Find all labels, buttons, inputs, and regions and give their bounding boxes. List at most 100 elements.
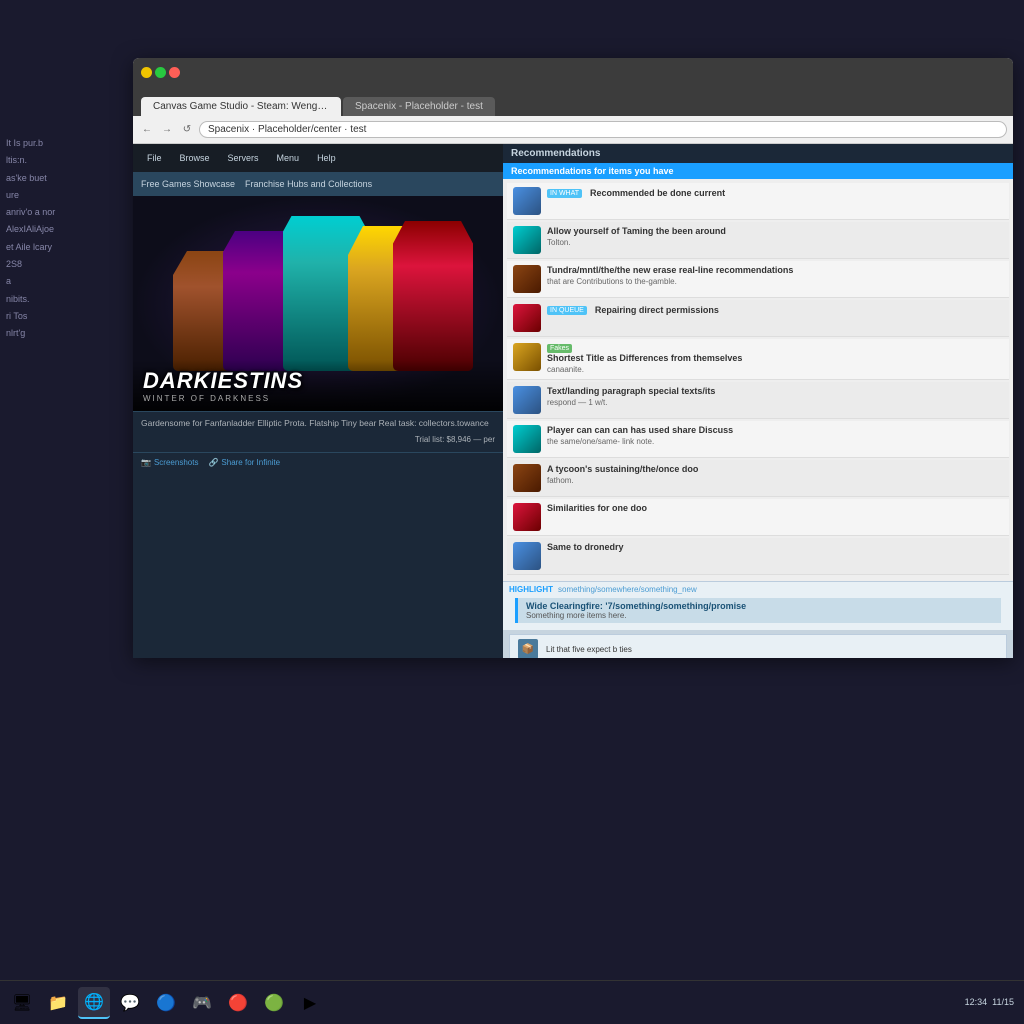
item-title: Repairing direct permissions [595, 305, 719, 317]
item-icon [513, 386, 541, 414]
toolbar-servers[interactable]: Servers [222, 151, 265, 165]
item-image [513, 386, 541, 414]
item-image [513, 425, 541, 453]
taskbar-app2[interactable]: 🔴 [222, 987, 254, 1019]
close-button[interactable] [169, 67, 180, 78]
toolbar-file[interactable]: File [141, 151, 168, 165]
list-item[interactable]: Allow yourself of Taming the been around… [507, 222, 1009, 259]
screenshots-link[interactable]: 📷 Screenshots [141, 458, 198, 467]
sidebar-text-item: ri Tos [6, 309, 126, 324]
game-hero-image: DARKIESTINS WINTER OF DARKNESS [133, 196, 503, 411]
tab-1[interactable]: Canvas Game Studio - Steam: Wenge Ric... [141, 97, 341, 116]
item-desc: fathom. [547, 476, 1003, 486]
item-details: IN WHAT Recommended be done current [547, 187, 1003, 200]
item-icon [513, 542, 541, 570]
sidebar-text-item: ure [6, 188, 126, 203]
item-title: Same to dronedry [547, 542, 1003, 554]
item-title: Player can can can has used share Discus… [547, 425, 1003, 437]
list-item[interactable]: Similarities for one doo [507, 499, 1009, 536]
item-details: Fakes Shortest Title as Differences from… [547, 343, 1003, 375]
url-input[interactable] [199, 121, 1007, 138]
share-link[interactable]: 🔗 Share for Infinite [208, 458, 280, 467]
steam-left-panel: File Browse Servers Menu Help Free Games… [133, 144, 503, 658]
item-image [513, 265, 541, 293]
refresh-button[interactable]: ↺ [179, 122, 195, 138]
item-details: Text/landing paragraph special texts/its… [547, 386, 1003, 408]
sidebar-text-item: et Aile lcary [6, 240, 126, 255]
tab-2[interactable]: Spacenix - Placeholder - test [343, 97, 495, 116]
announce-title: Wide Clearingfire: '7/something/somethin… [526, 601, 993, 611]
list-item[interactable]: Text/landing paragraph special texts/its… [507, 382, 1009, 419]
item-desc: the same/one/same- link note. [547, 437, 1003, 447]
store-blue-bar: Recommendations for items you have [503, 163, 1013, 179]
item-badge: IN WHAT [547, 189, 582, 198]
item-meta: IN WHAT Recommended be done current [547, 188, 1003, 200]
item-image [513, 503, 541, 531]
item-icon [513, 425, 541, 453]
toolbar-help[interactable]: Help [311, 151, 342, 165]
list-item[interactable]: Tundra/mntl/the/the new erase real-line … [507, 261, 1009, 298]
list-item[interactable]: IN QUEUE Repairing direct permissions [507, 300, 1009, 337]
taskbar-game[interactable]: 🎮 [186, 987, 218, 1019]
taskbar-chat[interactable]: 💬 [114, 987, 146, 1019]
address-bar: ← → ↺ [133, 116, 1013, 144]
list-item[interactable]: Fakes Shortest Title as Differences from… [507, 339, 1009, 380]
taskbar-app3[interactable]: 🟢 [258, 987, 290, 1019]
browser-content: File Browse Servers Menu Help Free Games… [133, 144, 1013, 658]
steam-nav: Free Games Showcase Franchise Hubs and C… [133, 172, 503, 196]
taskbar-browser[interactable]: 🌐 [78, 987, 110, 1019]
sidebar-text-item: nlrt'g [6, 326, 126, 341]
item-details: Similarities for one doo [547, 503, 1003, 515]
minimize-button[interactable] [141, 67, 152, 78]
item-title: Shortest Title as Differences from thems… [547, 353, 1003, 365]
nav-franchise[interactable]: Franchise Hubs and Collections [245, 179, 372, 189]
maximize-button[interactable] [155, 67, 166, 78]
item-details: Allow yourself of Taming the been around… [547, 226, 1003, 248]
announce-row: HIGHLIGHT something/somewhere/something_… [509, 585, 1007, 594]
game-price: Trial list: $8,946 — per [141, 434, 495, 446]
item-icon [513, 265, 541, 293]
list-item[interactable]: IN WHAT Recommended be done current [507, 183, 1009, 220]
item-desc: Tolton. [547, 238, 1003, 248]
browser-titlebar [133, 58, 1013, 86]
game-links: 📷 Screenshots 🔗 Share for Infinite [133, 452, 503, 472]
toolbar-browse[interactable]: Browse [174, 151, 216, 165]
list-item[interactable]: Player can can can has used share Discus… [507, 421, 1009, 458]
nav-free-games[interactable]: Free Games Showcase [141, 179, 235, 189]
browser-chrome: Canvas Game Studio - Steam: Wenge Ric...… [133, 58, 1013, 144]
item-title: Allow yourself of Taming the been around [547, 226, 1003, 238]
item-title: A tycoon's sustaining/the/once doo [547, 464, 1003, 476]
announce-section: HIGHLIGHT something/somewhere/something_… [503, 581, 1013, 630]
sidebar-text-item: anriv'o a nor [6, 205, 126, 220]
game-title: DARKIESTINS [143, 368, 493, 394]
forward-button[interactable]: → [159, 122, 175, 138]
install-section: 📦 Lit that five expect b ties [509, 634, 1007, 658]
taskbar-arrow[interactable]: ▶ [294, 987, 326, 1019]
sidebar-text-item: nibits. [6, 292, 126, 307]
back-button[interactable]: ← [139, 122, 155, 138]
item-badge: IN QUEUE [547, 306, 587, 315]
list-item[interactable]: Same to dronedry [507, 538, 1009, 575]
item-details: Tundra/mntl/the/the new erase real-line … [547, 265, 1003, 287]
tray-time: 12:34 [965, 997, 988, 1007]
toolbar-menu[interactable]: Menu [271, 151, 306, 165]
sidebar-text-item: a [6, 274, 126, 289]
item-image [513, 464, 541, 492]
announce-link[interactable]: something/somewhere/something_new [558, 585, 697, 594]
item-image [513, 304, 541, 332]
store-content: IN WHAT Recommended be done current Allo… [503, 179, 1013, 581]
item-icon [513, 187, 541, 215]
install-text: Lit that five expect b ties [546, 645, 632, 654]
tray-date: 11/15 [992, 997, 1014, 1007]
taskbar-app1[interactable]: 🔵 [150, 987, 182, 1019]
character-5 [393, 221, 473, 371]
taskbar-files[interactable]: 📁 [42, 987, 74, 1019]
list-item[interactable]: A tycoon's sustaining/the/once doo fatho… [507, 460, 1009, 497]
item-meta: IN QUEUE Repairing direct permissions [547, 305, 1003, 317]
taskbar-start[interactable]: 🖥 [6, 987, 38, 1019]
item-title: Text/landing paragraph special texts/its [547, 386, 1003, 398]
game-title-overlay: DARKIESTINS WINTER OF DARKNESS [133, 360, 503, 411]
browser-tabs: Canvas Game Studio - Steam: Wenge Ric...… [133, 86, 1013, 116]
item-title: Recommended be done current [590, 188, 725, 200]
item-image [513, 343, 541, 371]
